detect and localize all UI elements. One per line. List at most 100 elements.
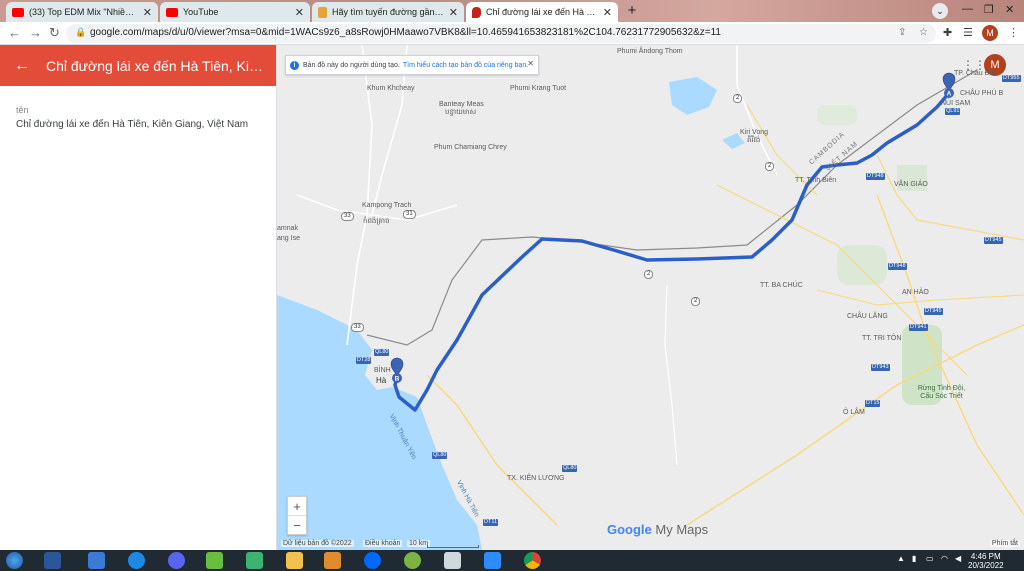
- folder-icon[interactable]: [286, 552, 303, 569]
- terms-link[interactable]: Điều khoản: [363, 540, 403, 547]
- map-data-credit: Dữ liệu bản đồ ©2022: [281, 540, 354, 547]
- new-tab-button[interactable]: +: [624, 3, 640, 19]
- place-label: AN HẢO: [902, 289, 929, 296]
- route-number: 2: [644, 270, 654, 279]
- app-icon[interactable]: [404, 552, 421, 569]
- url-text[interactable]: google.com/maps/d/u/0/viewer?msa=0&mid=1…: [90, 27, 721, 38]
- notice-text: Bản đồ này do người dùng tạo.: [303, 61, 400, 69]
- tab-directions-ha-tien[interactable]: Chỉ đường lái xe đến Hà Tiên, Kiê... ✕: [466, 2, 618, 22]
- close-icon[interactable]: ✕: [449, 6, 458, 19]
- place-label: TT. BA CHÚC: [760, 282, 803, 289]
- mymaps-icon: [472, 6, 481, 18]
- close-icon[interactable]: ✕: [527, 59, 534, 68]
- marker-b[interactable]: B: [390, 357, 404, 383]
- close-icon[interactable]: ✕: [143, 6, 152, 19]
- window-app-icon[interactable]: [88, 552, 105, 569]
- internet-explorer-icon[interactable]: [128, 552, 145, 569]
- tab-youtube[interactable]: YouTube ✕: [160, 2, 310, 22]
- tab-edm-mix[interactable]: (33) Top EDM Mix "Nhiều Cảm Xú... ✕: [6, 2, 158, 22]
- road-shield: DT943: [871, 364, 890, 371]
- back-arrow-icon[interactable]: ←: [8, 25, 21, 40]
- tab-title: Chỉ đường lái xe đến Hà Tiên, Kiê...: [486, 7, 599, 17]
- document-icon: [318, 6, 327, 18]
- road-shield: DT948: [888, 263, 907, 270]
- google-my-maps-logo: Google My Maps: [607, 522, 709, 537]
- name-field-label: tên: [16, 105, 29, 115]
- create-map-link[interactable]: Tìm hiểu cách tạo bản đồ của riêng bạn.: [403, 62, 528, 69]
- panel-title: Chỉ đường lái xe đến Hà Tiên, Kiên G...: [46, 57, 266, 74]
- zoom-in-button[interactable]: +: [288, 497, 306, 516]
- start-button-icon[interactable]: [6, 552, 23, 569]
- route-number: 33: [351, 323, 364, 332]
- share-icon[interactable]: ⇪: [898, 27, 906, 38]
- bluestacks-icon[interactable]: [206, 552, 223, 569]
- place-label: TX. KIÊN LƯƠNG: [507, 475, 565, 482]
- clock-time: 4:46 PM: [970, 552, 1001, 561]
- place-label: ang Ise: [277, 235, 300, 242]
- reading-list-icon[interactable]: ☰: [963, 26, 973, 39]
- discord-icon[interactable]: [168, 552, 185, 569]
- forward-arrow-icon[interactable]: →: [29, 25, 42, 40]
- volume-icon[interactable]: ◀: [955, 554, 961, 563]
- bookmark-star-icon[interactable]: ☆: [919, 27, 928, 38]
- chrome-icon[interactable]: [524, 552, 541, 569]
- taskbar-clock[interactable]: 4:46 PM 20/3/2022: [968, 552, 1004, 570]
- road-shield: QL91: [945, 108, 961, 115]
- road-shield: QL80: [374, 349, 390, 356]
- profile-avatar[interactable]: M: [982, 25, 998, 41]
- close-icon[interactable]: ✕: [295, 6, 304, 19]
- tab-search-button[interactable]: ⌄: [932, 3, 948, 19]
- windows-taskbar: ▲ ▮ ▭ ◠ ◀ 4:46 PM 20/3/2022: [0, 550, 1024, 571]
- road: [736, 45, 778, 176]
- app-icon[interactable]: [246, 552, 263, 569]
- route-number: 2: [765, 162, 775, 171]
- restore-icon[interactable]: ❐: [984, 3, 994, 16]
- zoom-out-button[interactable]: −: [288, 516, 306, 535]
- map-details-panel: ← Chỉ đường lái xe đến Hà Tiên, Kiên G..…: [0, 45, 277, 550]
- close-icon[interactable]: ✕: [603, 6, 612, 19]
- close-window-icon[interactable]: ✕: [1005, 3, 1014, 16]
- media-player-icon[interactable]: [324, 552, 341, 569]
- route-number: 31: [403, 210, 416, 219]
- road-shield: QL80: [562, 465, 578, 472]
- place-label: Phum Chamiang Chrey: [434, 144, 507, 151]
- paint-icon[interactable]: [444, 552, 461, 569]
- word-icon[interactable]: [44, 552, 61, 569]
- reload-icon[interactable]: ↻: [49, 25, 60, 41]
- place-label: TT. Tịnh Biên: [795, 177, 837, 184]
- keyboard-shortcuts-link[interactable]: Phím tắt: [989, 540, 1020, 547]
- extensions-icon[interactable]: ✚: [943, 26, 952, 39]
- lock-icon[interactable]: 🔒: [75, 27, 86, 38]
- place-label: TT. TRI TÔN: [862, 335, 902, 342]
- minimize-icon[interactable]: —: [962, 3, 973, 15]
- name-field-value: Chỉ đường lái xe đến Hà Tiên, Kiên Giang…: [16, 119, 249, 130]
- tab-route-question[interactable]: Hãy tìm tuyến đường gần nhất đ... ✕: [312, 2, 464, 22]
- tray-arrow-icon[interactable]: ▲: [897, 554, 905, 563]
- browser-toolbar: ← → ↻ 🔒 google.com/maps/d/u/0/viewer?msa…: [0, 22, 1024, 45]
- place-label: Kiri Vong: [740, 129, 769, 136]
- info-icon: i: [290, 60, 299, 70]
- road-shield: DT941: [909, 324, 928, 331]
- battery-icon[interactable]: ▭: [926, 554, 934, 563]
- map-canvas[interactable]: A B i Bản đồ này do người dùng tạo. Tìm …: [277, 45, 1024, 550]
- tab-title: Hãy tìm tuyến đường gần nhất đ...: [332, 7, 445, 17]
- panel-header: ← Chỉ đường lái xe đến Hà Tiên, Kiên G..…: [0, 45, 276, 86]
- network-icon[interactable]: ▮: [912, 554, 916, 563]
- road-shield: DT945: [924, 308, 943, 315]
- road-shield: DT15: [865, 400, 881, 407]
- road-shield: DT11: [483, 519, 499, 526]
- zoom-icon[interactable]: [484, 552, 501, 569]
- back-arrow-icon[interactable]: ←: [14, 57, 34, 75]
- route-number: 2: [691, 297, 701, 306]
- road-shield: DT948: [866, 173, 885, 180]
- zalo-icon[interactable]: [364, 552, 381, 569]
- place-label: amnak: [277, 225, 299, 232]
- tab-strip: (33) Top EDM Mix "Nhiều Cảm Xú... ✕ YouT…: [0, 0, 1024, 22]
- wifi-icon[interactable]: ◠: [941, 554, 948, 563]
- tab-title: (33) Top EDM Mix "Nhiều Cảm Xú...: [29, 7, 139, 17]
- road: [664, 284, 678, 466]
- address-bar[interactable]: 🔒 google.com/maps/d/u/0/viewer?msa=0&mid…: [66, 24, 936, 43]
- scale-bar: [427, 545, 479, 548]
- menu-dots-icon[interactable]: ⋮: [1008, 26, 1019, 39]
- place-label: Phumi Krang Tuot: [510, 85, 567, 92]
